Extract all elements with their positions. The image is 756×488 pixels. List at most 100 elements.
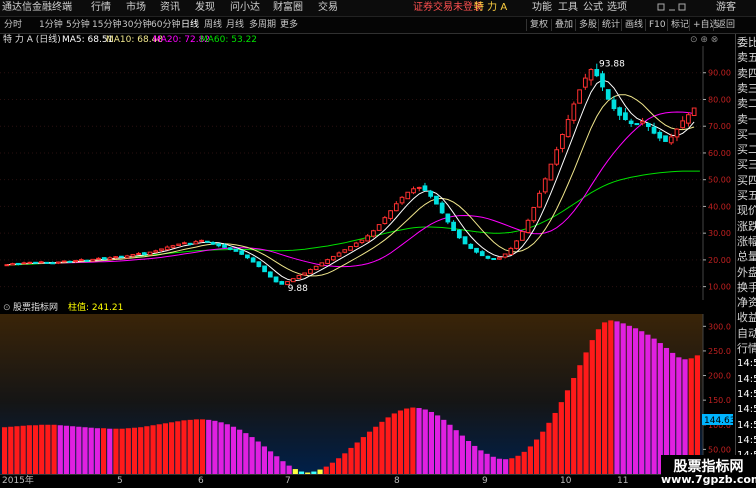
button-biaoji[interactable]: 标记 [667, 19, 689, 31]
candle-up [359, 239, 365, 243]
indicator-bar [323, 466, 329, 474]
side-panel-item: 买四 [737, 173, 756, 187]
period-daily[interactable]: 日线 [181, 19, 199, 31]
button-huaxian[interactable]: 画线 [621, 19, 643, 31]
candle-up [56, 261, 61, 264]
period-multi[interactable]: 多周期 [249, 19, 276, 31]
indicator-bar [39, 424, 45, 474]
menu-item-gongju[interactable]: 工具 [558, 2, 578, 14]
indicator-bar [243, 433, 249, 474]
indicator-chart[interactable]: 300.0250.0200.0150.0100.050.00 144.63 [0, 314, 735, 474]
menu-item-shichang[interactable]: 市场 [126, 2, 146, 14]
candle-down [227, 247, 233, 250]
login-warning[interactable]: 证券交易未登录 [413, 2, 483, 14]
indicator-bar [527, 446, 533, 474]
candle-up [96, 257, 101, 260]
candle-up [199, 239, 204, 242]
button-fuquan[interactable]: 复权 [526, 19, 548, 31]
indicator-bar [614, 321, 620, 474]
candle-up [342, 249, 348, 253]
side-panel-item: 14:56 [737, 373, 756, 385]
candle-up [78, 259, 84, 262]
candle-up [542, 178, 548, 193]
indicator-name: 股票指标网 [13, 303, 59, 313]
indicator-bar [416, 408, 422, 474]
button-diejia[interactable]: 叠加 [551, 19, 573, 31]
candlestick-chart[interactable]: 90.00 80.00 70.00 60.00 50.00 40.00 30.00 20.00… [0, 46, 735, 300]
indicator-bar [131, 427, 138, 474]
indicator-bar [608, 320, 614, 474]
menu-item-caifuquan[interactable]: 财富圈 [273, 2, 303, 14]
menu-item-gongshi[interactable]: 公式 [583, 2, 603, 14]
candle-down [434, 195, 439, 205]
candle-down [651, 126, 657, 134]
side-panel-item: 委比 [737, 36, 756, 49]
indicator-menu-icon[interactable]: ⊙ [3, 302, 11, 314]
menu-item-hangqing[interactable]: 行情 [91, 2, 111, 14]
indicator-bar [428, 411, 435, 474]
menu-item-gongneng[interactable]: 功能 [532, 2, 552, 14]
button-f10[interactable]: F10 [645, 19, 666, 31]
period-monthly[interactable]: 月线 [226, 19, 244, 31]
stock-name-title: 特 力 A [474, 2, 508, 13]
indicator-bar [150, 425, 156, 474]
ma20-line [6, 111, 695, 268]
x-label-jul: 7 [285, 476, 291, 486]
guest-label[interactable]: 游客 [716, 2, 736, 14]
side-panel-item: 外盘 [737, 265, 756, 279]
candle-up [371, 230, 376, 237]
indicator-bar [162, 423, 169, 474]
indicator-tick-label: 300.0 [708, 322, 731, 331]
menu-item-faxian[interactable]: 发现 [195, 2, 215, 14]
candle-up [113, 256, 119, 259]
period-60min[interactable]: 60分钟 [151, 19, 180, 31]
indicator-bar [360, 437, 366, 474]
indicator-bar [552, 412, 558, 474]
indicator-bar [397, 410, 404, 474]
indicator-bar [169, 422, 175, 474]
chart-title: 特 力 A (日线) [3, 35, 61, 45]
candle-down [250, 257, 256, 263]
side-panel-item: 总量 [737, 250, 756, 264]
indicator-bar [348, 447, 354, 474]
button-duogu[interactable]: 多股 [575, 19, 597, 31]
low-price-label: 9.88 [288, 284, 308, 294]
candle-up [674, 128, 680, 138]
button-tongji[interactable]: 统计 [598, 19, 620, 31]
candle-up [668, 136, 674, 144]
indicator-bar [465, 441, 472, 474]
indicator-bar [175, 421, 181, 474]
candle-up [519, 231, 525, 241]
period-15min[interactable]: 15分钟 [92, 19, 121, 31]
period-fenshi[interactable]: 分时 [4, 19, 22, 31]
quote-side-panel[interactable]: 委比卖五卖四卖三卖二卖一买一买二买三买四买五现价涨跌涨幅总量外盘换手净资收益自动… [735, 34, 756, 487]
period-1min[interactable]: 1分钟 [39, 19, 63, 31]
candle-down [628, 120, 634, 125]
indicator-bar [100, 428, 107, 474]
period-5min[interactable]: 5分钟 [66, 19, 90, 31]
candle-up [176, 243, 182, 246]
indicator-bar [354, 442, 360, 474]
menu-item-xuanxiang[interactable]: 选项 [607, 2, 627, 14]
candle-down [451, 221, 456, 231]
indicator-bar [595, 329, 602, 474]
panel-control-icons[interactable]: ⊙ ⊕ ⊗ [690, 34, 718, 46]
menu-item-jiaoyi[interactable]: 交易 [318, 2, 338, 14]
candle-down [44, 261, 50, 264]
period-more[interactable]: 更多 [280, 19, 298, 31]
candle-up [382, 217, 388, 225]
button-back[interactable]: 返回 [713, 19, 735, 31]
indicator-bar [521, 451, 527, 474]
indicator-header: ⊙ 股票指标网 柱值: 241.21 [0, 302, 735, 314]
x-label-oct: 10 [560, 476, 572, 486]
period-30min[interactable]: 30分钟 [122, 19, 151, 31]
side-panel-item: 净资 [737, 296, 756, 310]
period-weekly[interactable]: 周线 [204, 19, 222, 31]
indicator-bar [32, 425, 39, 474]
current-value-tag: 144.63 [702, 414, 735, 426]
menu-item-zixun[interactable]: 资讯 [160, 2, 180, 14]
indicator-bar [218, 422, 224, 474]
window-buttons[interactable] [657, 2, 693, 16]
menu-item-wenxiaoda[interactable]: 问小达 [230, 2, 260, 14]
side-panel-item: 买一 [737, 127, 756, 141]
